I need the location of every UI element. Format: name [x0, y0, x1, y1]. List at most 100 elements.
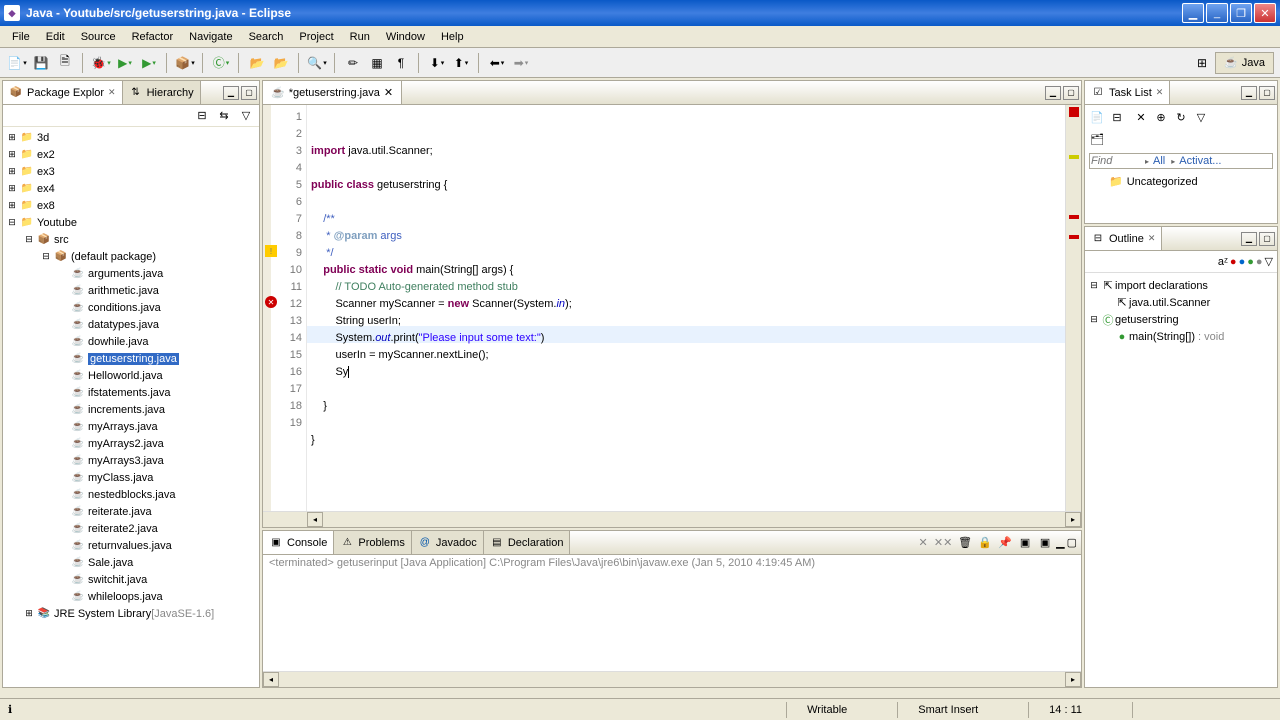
focus-button[interactable]: ⊕	[1153, 109, 1169, 125]
clear-console-button[interactable]: 🗑	[956, 534, 974, 550]
code-editor[interactable]: import java.util.Scanner; public class g…	[307, 105, 1065, 511]
task-repo-button[interactable]: 🗂	[1089, 131, 1105, 147]
maximize-outline-button[interactable]: ▢	[1259, 232, 1275, 246]
tree-node[interactable]: ☕Helloworld.java	[3, 367, 259, 384]
close-tab-icon[interactable]: ✕	[384, 86, 393, 99]
hide-local-button[interactable]: ●	[1256, 256, 1263, 268]
tree-node[interactable]: ⊞📚JRE System Library [JavaSE-1.6]	[3, 605, 259, 622]
debug-button[interactable]: 🐞	[90, 52, 112, 74]
tab-console[interactable]: ▣Console	[263, 531, 334, 554]
editor-tab-getuserstring[interactable]: ☕ getuserstring.java ✕	[263, 81, 402, 104]
tree-node[interactable]: ☕myArrays.java	[3, 418, 259, 435]
maximize-task-button[interactable]: ▢	[1259, 86, 1275, 100]
tree-node[interactable]: ☕arithmetic.java	[3, 282, 259, 299]
activate-filter-button[interactable]: Activat...	[1169, 155, 1223, 167]
tree-node[interactable]: ☕reiterate.java	[3, 503, 259, 520]
ruler-error-marker[interactable]	[1069, 235, 1079, 239]
toggle-block-button[interactable]: ▦	[366, 52, 388, 74]
task-menu-button[interactable]: ▽	[1193, 109, 1209, 125]
open-type-button[interactable]: 📂	[246, 52, 268, 74]
collapse-all-button[interactable]: ⊟	[193, 108, 211, 124]
sync-button[interactable]: ↻	[1173, 109, 1189, 125]
console-output[interactable]	[263, 571, 1081, 671]
sort-button[interactable]: aᶻ	[1218, 256, 1228, 268]
tree-node[interactable]: ⊞📁3d	[3, 129, 259, 146]
run-ext-button[interactable]: ▶	[138, 52, 160, 74]
menu-project[interactable]: Project	[291, 28, 341, 46]
tree-node[interactable]: ☕nestedblocks.java	[3, 486, 259, 503]
close-icon[interactable]: ✕	[108, 87, 116, 98]
save-button[interactable]: 💾	[30, 52, 52, 74]
minimize-view-button[interactable]: ▁	[223, 86, 239, 100]
overview-ruler[interactable]	[1065, 105, 1081, 511]
scroll-right-button[interactable]: ▸	[1065, 672, 1081, 687]
toggle-mark-button[interactable]: ✏	[342, 52, 364, 74]
tree-node[interactable]: ☕conditions.java	[3, 299, 259, 316]
java-perspective-button[interactable]: ☕ Java	[1215, 52, 1274, 74]
error-marker-icon[interactable]: ✕	[265, 296, 277, 308]
search-button[interactable]: 🔍	[306, 52, 328, 74]
tree-node[interactable]: ☕switchit.java	[3, 571, 259, 588]
tree-node[interactable]: ☕returnvalues.java	[3, 537, 259, 554]
hide-static-button[interactable]: ●	[1239, 256, 1246, 268]
tree-node[interactable]: ⊟📁Youtube	[3, 214, 259, 231]
schedule-button[interactable]: ✕	[1133, 109, 1149, 125]
menu-file[interactable]: File	[4, 28, 38, 46]
tree-node[interactable]: ☕increments.java	[3, 401, 259, 418]
minimize-outline-button[interactable]: ▁	[1241, 232, 1257, 246]
pin-console-button[interactable]: 📌	[996, 534, 1014, 550]
tree-node[interactable]: ⊞📁ex8	[3, 197, 259, 214]
tree-node[interactable]: ☕arguments.java	[3, 265, 259, 282]
show-whitespace-button[interactable]: ¶	[390, 52, 412, 74]
horizontal-scrollbar[interactable]: ◂ ▸	[263, 511, 1081, 527]
scroll-lock-button[interactable]: 🔒	[976, 534, 994, 550]
run-button[interactable]: ▶	[114, 52, 136, 74]
close-icon[interactable]: ✕	[1156, 87, 1164, 98]
task-find-input[interactable]	[1091, 155, 1141, 167]
scroll-right-button[interactable]: ▸	[1065, 512, 1081, 527]
menu-help[interactable]: Help	[433, 28, 472, 46]
close-icon[interactable]: ✕	[1148, 233, 1156, 244]
menu-navigate[interactable]: Navigate	[181, 28, 240, 46]
categorize-button[interactable]: ⊟	[1109, 109, 1125, 125]
minimize-task-button[interactable]: ▁	[1241, 86, 1257, 100]
remove-launch-button[interactable]: ✕	[914, 534, 932, 550]
outline-menu-button[interactable]: ▽	[1265, 255, 1273, 268]
menu-run[interactable]: Run	[342, 28, 378, 46]
minimize-bottom-button[interactable]: ▁	[1056, 536, 1064, 549]
tree-node[interactable]: ⊟📦(default package)	[3, 248, 259, 265]
view-menu-button[interactable]: ▽	[237, 108, 255, 124]
tree-node[interactable]: ☕dowhile.java	[3, 333, 259, 350]
maximize-button[interactable]: ❐	[1230, 3, 1252, 23]
remove-all-button[interactable]: ✕✕	[934, 534, 952, 550]
forward-button[interactable]: ➡	[510, 52, 532, 74]
all-filter-button[interactable]: All	[1143, 155, 1167, 167]
tree-node[interactable]: ☕whileloops.java	[3, 588, 259, 605]
tree-node[interactable]: ☕Sale.java	[3, 554, 259, 571]
close-button[interactable]: ✕	[1254, 3, 1276, 23]
outline-tree[interactable]: ⊟⇱import declarations ⇱java.util.Scanner…	[1085, 273, 1277, 349]
tab-declaration[interactable]: ▤Declaration	[484, 531, 571, 554]
link-editor-button[interactable]: ⇆	[215, 108, 233, 124]
tab-outline[interactable]: ⊟Outline✕	[1085, 227, 1162, 250]
scroll-left-button[interactable]: ◂	[263, 672, 279, 687]
tree-node[interactable]: ☕datatypes.java	[3, 316, 259, 333]
tree-node[interactable]: ☕reiterate2.java	[3, 520, 259, 537]
tab-hierarchy[interactable]: ⇅ Hierarchy	[123, 81, 201, 104]
maximize-view-button[interactable]: ▢	[241, 86, 257, 100]
tree-node[interactable]: ⊞📁ex4	[3, 180, 259, 197]
hide-fields-button[interactable]: ●	[1230, 256, 1237, 268]
maximize-editor-button[interactable]: ▢	[1063, 86, 1079, 100]
tree-node[interactable]: ☕myArrays2.java	[3, 435, 259, 452]
hide-nonpublic-button[interactable]: ●	[1247, 256, 1254, 268]
tree-node[interactable]: ⊞📁ex2	[3, 146, 259, 163]
tree-node[interactable]: ☕getuserstring.java	[3, 350, 259, 367]
tree-node[interactable]: ☕ifstatements.java	[3, 384, 259, 401]
display-console-button[interactable]: ▣	[1016, 534, 1034, 550]
uncategorized-node[interactable]: 📁Uncategorized	[1089, 175, 1273, 188]
save-all-button[interactable]: 🗎	[54, 52, 76, 74]
hide-button[interactable]: ▁	[1182, 3, 1204, 23]
tree-node[interactable]: ☕myArrays3.java	[3, 452, 259, 469]
console-scrollbar[interactable]: ◂▸	[263, 671, 1081, 687]
tab-task-list[interactable]: ☑Task List✕	[1085, 81, 1170, 104]
